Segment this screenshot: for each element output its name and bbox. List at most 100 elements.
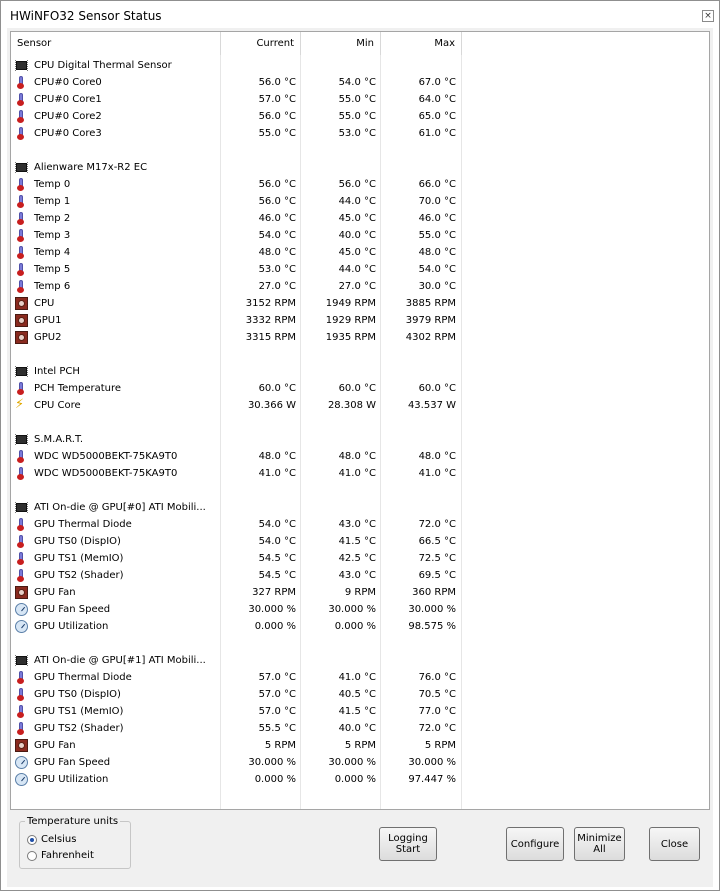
sensor-row[interactable]: WDC WD5000BEKT-75KA9T0 41.0 °C 41.0 °C 41.0…: [11, 465, 709, 482]
sensor-group-name: S.M.A.R.T.: [34, 434, 84, 445]
sensor-row[interactable]: CPU#0 Core1 57.0 °C 55.0 °C 64.0 °C: [11, 91, 709, 108]
thermometer-icon: [15, 518, 27, 531]
sensor-row[interactable]: CPU#0 Core3 55.0 °C 53.0 °C 61.0 °C: [11, 125, 709, 142]
close-icon[interactable]: ×: [702, 10, 714, 22]
sensor-row[interactable]: Temp 4 48.0 °C 45.0 °C 48.0 °C: [11, 244, 709, 261]
sensor-group-name: ATI On-die @ GPU[#0] ATI Mobili...: [34, 502, 206, 513]
fan-icon: [15, 586, 28, 599]
sensor-row[interactable]: Temp 0 56.0 °C 56.0 °C 66.0 °C: [11, 176, 709, 193]
close-button[interactable]: Close: [649, 827, 700, 861]
sensor-max: 61.0 °C: [418, 128, 456, 139]
sensor-group-header[interactable]: ATI On-die @ GPU[#1] ATI Mobili...: [11, 652, 709, 669]
sensor-row[interactable]: GPU Utilization 0.000 % 0.000 % 97.447 %: [11, 771, 709, 788]
sensor-name: GPU TS1 (MemIO): [34, 553, 124, 564]
sensor-row[interactable]: GPU TS0 (DispIO) 57.0 °C 40.5 °C 70.5 °C: [11, 686, 709, 703]
sensor-row[interactable]: GPU Fan 327 RPM 9 RPM 360 RPM: [11, 584, 709, 601]
sensor-name: GPU TS2 (Shader): [34, 723, 124, 734]
sensor-group-header[interactable]: Alienware M17x-R2 EC: [11, 159, 709, 176]
sensor-min: 43.0 °C: [338, 519, 376, 530]
thermometer-icon: [15, 450, 27, 463]
sensor-row[interactable]: Temp 3 54.0 °C 40.0 °C 55.0 °C: [11, 227, 709, 244]
sensor-min: 41.0 °C: [338, 672, 376, 683]
sensor-group-name: CPU Digital Thermal Sensor: [34, 60, 172, 71]
column-header-min[interactable]: Min: [301, 32, 381, 55]
sensor-row[interactable]: GPU TS1 (MemIO) 57.0 °C 41.5 °C 77.0 °C: [11, 703, 709, 720]
sensor-row[interactable]: GPU Thermal Diode 57.0 °C 41.0 °C 76.0 °C: [11, 669, 709, 686]
sensor-max: 41.0 °C: [418, 468, 456, 479]
sensor-row[interactable]: GPU Thermal Diode 54.0 °C 43.0 °C 72.0 °C: [11, 516, 709, 533]
sensor-current: 41.0 °C: [258, 468, 296, 479]
thermometer-icon: [15, 212, 27, 225]
celsius-radio-label[interactable]: Celsius: [41, 834, 76, 845]
thermometer-icon: [15, 467, 27, 480]
sensor-name: GPU Thermal Diode: [34, 519, 132, 530]
sensor-group-name: Alienware M17x-R2 EC: [34, 162, 148, 173]
sensor-name: GPU Fan Speed: [34, 604, 111, 615]
spacer-row: [11, 414, 709, 431]
sensor-group-header[interactable]: Intel PCH: [11, 363, 709, 380]
sensor-row[interactable]: CPU 3152 RPM 1949 RPM 3885 RPM: [11, 295, 709, 312]
fahrenheit-radio[interactable]: [27, 851, 37, 861]
sensor-name: CPU#0 Core3: [34, 128, 102, 139]
sensor-max: 77.0 °C: [418, 706, 456, 717]
sensor-row[interactable]: CPU#0 Core2 56.0 °C 55.0 °C 65.0 °C: [11, 108, 709, 125]
sensor-min: 40.0 °C: [338, 723, 376, 734]
spacer-row: [11, 635, 709, 652]
sensor-min: 60.0 °C: [338, 383, 376, 394]
sensor-row[interactable]: Temp 5 53.0 °C 44.0 °C 54.0 °C: [11, 261, 709, 278]
sensor-row[interactable]: GPU1 3332 RPM 1929 RPM 3979 RPM: [11, 312, 709, 329]
minimize-all-button[interactable]: Minimize All: [574, 827, 625, 861]
sensor-min: 45.0 °C: [338, 247, 376, 258]
thermometer-icon: [15, 127, 27, 140]
fahrenheit-radio-label[interactable]: Fahrenheit: [41, 850, 94, 861]
sensor-row[interactable]: Temp 6 27.0 °C 27.0 °C 30.0 °C: [11, 278, 709, 295]
sensor-name: WDC WD5000BEKT-75KA9T0: [34, 451, 178, 462]
sensor-current: 57.0 °C: [258, 672, 296, 683]
sensor-current: 48.0 °C: [258, 451, 296, 462]
sensor-row[interactable]: GPU Fan 5 RPM 5 RPM 5 RPM: [11, 737, 709, 754]
sensor-row[interactable]: GPU2 3315 RPM 1935 RPM 4302 RPM: [11, 329, 709, 346]
sensor-row[interactable]: Temp 2 46.0 °C 45.0 °C 46.0 °C: [11, 210, 709, 227]
column-header-max[interactable]: Max: [381, 32, 462, 55]
thermometer-icon: [15, 552, 27, 565]
sensor-row[interactable]: GPU Fan Speed 30.000 % 30.000 % 30.000 %: [11, 754, 709, 771]
sensor-row[interactable]: GPU TS1 (MemIO) 54.5 °C 42.5 °C 72.5 °C: [11, 550, 709, 567]
sensor-max: 3979 RPM: [405, 315, 456, 326]
sensor-row[interactable]: GPU Utilization 0.000 % 0.000 % 98.575 %: [11, 618, 709, 635]
thermometer-icon: [15, 229, 27, 242]
sensor-name: GPU Fan: [34, 587, 76, 598]
sensor-max: 67.0 °C: [418, 77, 456, 88]
sensor-current: 57.0 °C: [258, 94, 296, 105]
sensor-name: GPU Utilization: [34, 621, 109, 632]
sensor-min: 45.0 °C: [338, 213, 376, 224]
sensor-row[interactable]: CPU#0 Core0 56.0 °C 54.0 °C 67.0 °C: [11, 74, 709, 91]
sensor-current: 0.000 %: [254, 774, 296, 785]
column-header-sensor[interactable]: Sensor: [11, 32, 221, 55]
sensor-min: 9 RPM: [344, 587, 376, 598]
sensor-group-header[interactable]: ATI On-die @ GPU[#0] ATI Mobili...: [11, 499, 709, 516]
sensor-row[interactable]: GPU TS0 (DispIO) 54.0 °C 41.5 °C 66.5 °C: [11, 533, 709, 550]
sensor-max: 54.0 °C: [418, 264, 456, 275]
sensor-row[interactable]: ⚡ CPU Core 30.366 W 28.308 W 43.537 W: [11, 397, 709, 414]
sensor-name: CPU#0 Core1: [34, 94, 102, 105]
column-header-current[interactable]: Current: [221, 32, 301, 55]
logging-start-button[interactable]: Logging Start: [379, 827, 437, 861]
sensor-max: 72.0 °C: [418, 519, 456, 530]
thermometer-icon: [15, 246, 27, 259]
gauge-icon: [15, 603, 28, 616]
sensor-row[interactable]: Temp 1 56.0 °C 44.0 °C 70.0 °C: [11, 193, 709, 210]
sensor-row[interactable]: GPU TS2 (Shader) 54.5 °C 43.0 °C 69.5 °C: [11, 567, 709, 584]
sensor-group-header[interactable]: S.M.A.R.T.: [11, 431, 709, 448]
configure-button[interactable]: Configure: [506, 827, 564, 861]
sensor-group-header[interactable]: CPU Digital Thermal Sensor: [11, 57, 709, 74]
sensor-row[interactable]: PCH Temperature 60.0 °C 60.0 °C 60.0 °C: [11, 380, 709, 397]
celsius-radio[interactable]: [27, 835, 37, 845]
sensor-max: 30.000 %: [408, 604, 456, 615]
sensor-current: 53.0 °C: [258, 264, 296, 275]
sensor-current: 3315 RPM: [245, 332, 296, 343]
thermometer-icon: [15, 195, 27, 208]
sensor-row[interactable]: GPU Fan Speed 30.000 % 30.000 % 30.000 %: [11, 601, 709, 618]
sensor-list[interactable]: Sensor Current Min Max CPU Digital Therm…: [10, 31, 710, 810]
sensor-row[interactable]: GPU TS2 (Shader) 55.5 °C 40.0 °C 72.0 °C: [11, 720, 709, 737]
sensor-row[interactable]: WDC WD5000BEKT-75KA9T0 48.0 °C 48.0 °C 48.0…: [11, 448, 709, 465]
